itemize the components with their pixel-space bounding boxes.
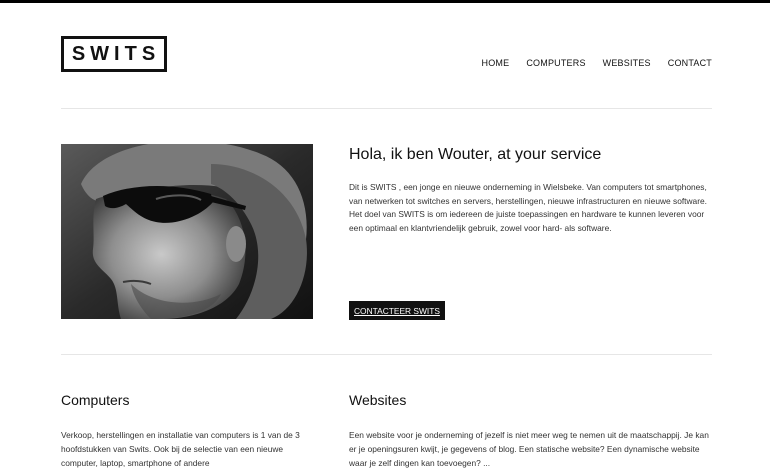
- profile-photo: [61, 144, 313, 319]
- main-nav: HOME COMPUTERS WEBSITES CONTACT: [482, 58, 712, 68]
- nav-contact[interactable]: CONTACT: [668, 58, 712, 68]
- section-divider: [61, 354, 712, 355]
- header-divider: [61, 108, 712, 109]
- hero-title: Hola, ik ben Wouter, at your service: [349, 146, 602, 163]
- computers-title: Computers: [61, 392, 130, 408]
- websites-title: Websites: [349, 392, 407, 408]
- logo-text: SWITS: [71, 42, 161, 65]
- portrait-image: [61, 144, 313, 319]
- websites-text: Een website voor je onderneming of jezel…: [349, 430, 709, 469]
- computers-text: Verkoop, herstellingen en installatie va…: [61, 430, 300, 469]
- logo[interactable]: SWITS: [61, 36, 167, 72]
- nav-home[interactable]: HOME: [482, 58, 510, 68]
- hero-text: Dit is SWITS , een jonge en nieuwe onder…: [349, 182, 707, 233]
- top-border: [0, 0, 770, 3]
- nav-computers[interactable]: COMPUTERS: [526, 58, 585, 68]
- contact-swits-button[interactable]: CONTACTEER SWITS: [349, 301, 445, 320]
- nav-websites[interactable]: WEBSITES: [603, 58, 651, 68]
